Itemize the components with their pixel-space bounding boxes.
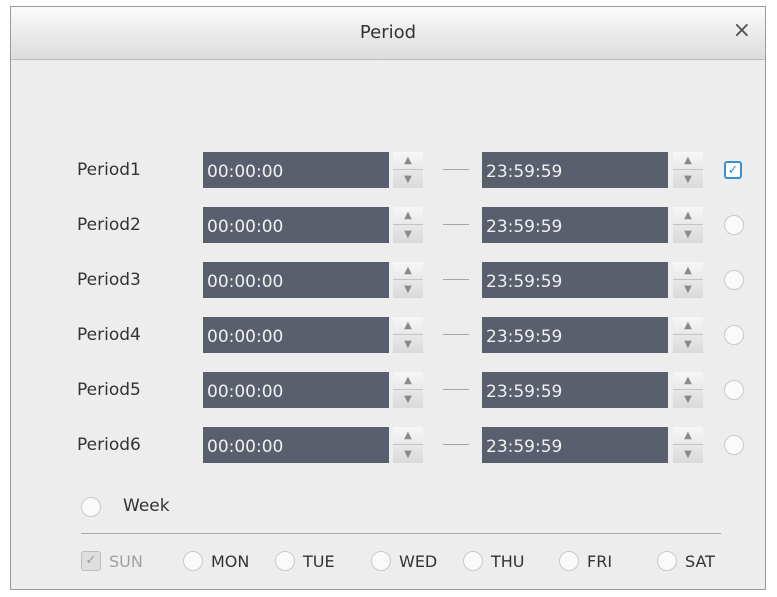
start-time-input[interactable]: 00:00:00 bbox=[203, 372, 389, 408]
end-time-spinner[interactable]: ▲ ▼ bbox=[673, 262, 703, 298]
start-time-spinner[interactable]: ▲ ▼ bbox=[393, 152, 423, 188]
spin-up-icon[interactable]: ▲ bbox=[673, 372, 703, 390]
end-time-spinner[interactable]: ▲ ▼ bbox=[673, 152, 703, 188]
spin-up-icon[interactable]: ▲ bbox=[393, 207, 423, 225]
end-time-input[interactable]: 23:59:59 bbox=[482, 207, 668, 243]
period-enable-radio[interactable] bbox=[724, 215, 744, 235]
end-time-input[interactable]: 23:59:59 bbox=[482, 427, 668, 463]
range-separator bbox=[443, 334, 469, 335]
spin-down-icon[interactable]: ▼ bbox=[673, 226, 703, 243]
end-time-spinner[interactable]: ▲ ▼ bbox=[673, 427, 703, 463]
period-label: Period4 bbox=[77, 325, 141, 345]
sun-label: SUN bbox=[109, 552, 143, 571]
period-row: Period5 00:00:00 ▲ ▼ 23:59:59 ▲ ▼ bbox=[11, 372, 765, 408]
end-time-input[interactable]: 23:59:59 bbox=[482, 372, 668, 408]
thu-label: THU bbox=[491, 552, 525, 571]
end-time-spinner[interactable]: ▲ ▼ bbox=[673, 207, 703, 243]
spin-down-icon[interactable]: ▼ bbox=[393, 336, 423, 353]
end-time-input[interactable]: 23:59:59 bbox=[482, 262, 668, 298]
end-time-spinner[interactable]: ▲ ▼ bbox=[673, 317, 703, 353]
period-label: Period3 bbox=[77, 270, 141, 290]
spin-down-icon[interactable]: ▼ bbox=[393, 171, 423, 188]
period-enable-radio[interactable] bbox=[724, 270, 744, 290]
period-enable-radio[interactable] bbox=[724, 380, 744, 400]
wed-label: WED bbox=[399, 552, 438, 571]
mon-label: MON bbox=[211, 552, 250, 571]
tue-label: TUE bbox=[303, 552, 335, 571]
range-separator bbox=[443, 169, 469, 170]
spin-down-icon[interactable]: ▼ bbox=[393, 281, 423, 298]
start-time-spinner[interactable]: ▲ ▼ bbox=[393, 207, 423, 243]
period-dialog: Period × Period1 00:00:00 ▲ ▼ 23:59:59 ▲… bbox=[10, 6, 766, 590]
period-row: Period2 00:00:00 ▲ ▼ 23:59:59 ▲ ▼ bbox=[11, 207, 765, 243]
period-label: Period1 bbox=[77, 160, 141, 180]
fri-radio[interactable] bbox=[559, 551, 579, 571]
range-separator bbox=[443, 224, 469, 225]
start-time-spinner[interactable]: ▲ ▼ bbox=[393, 427, 423, 463]
spin-up-icon[interactable]: ▲ bbox=[393, 262, 423, 280]
sat-label: SAT bbox=[685, 552, 715, 571]
start-time-input[interactable]: 00:00:00 bbox=[203, 262, 389, 298]
end-time-input[interactable]: 23:59:59 bbox=[482, 152, 668, 188]
start-time-input[interactable]: 00:00:00 bbox=[203, 427, 389, 463]
spin-down-icon[interactable]: ▼ bbox=[393, 391, 423, 408]
start-time-spinner[interactable]: ▲ ▼ bbox=[393, 317, 423, 353]
start-time-spinner[interactable]: ▲ ▼ bbox=[393, 372, 423, 408]
spin-down-icon[interactable]: ▼ bbox=[393, 446, 423, 463]
sun-checkbox[interactable]: ✓ bbox=[81, 551, 101, 571]
period-label: Period6 bbox=[77, 435, 141, 455]
end-time-input[interactable]: 23:59:59 bbox=[482, 317, 668, 353]
range-separator bbox=[443, 389, 469, 390]
start-time-input[interactable]: 00:00:00 bbox=[203, 207, 389, 243]
spin-up-icon[interactable]: ▲ bbox=[393, 372, 423, 390]
close-icon[interactable]: × bbox=[733, 18, 751, 44]
fri-label: FRI bbox=[587, 552, 613, 571]
range-separator bbox=[443, 279, 469, 280]
dialog-title: Period bbox=[359, 22, 417, 43]
period-enable-checkbox[interactable]: ✓ bbox=[724, 161, 742, 179]
spin-down-icon[interactable]: ▼ bbox=[673, 281, 703, 298]
end-time-spinner[interactable]: ▲ ▼ bbox=[673, 372, 703, 408]
week-radio[interactable] bbox=[81, 497, 101, 517]
wed-radio[interactable] bbox=[371, 551, 391, 571]
spin-up-icon[interactable]: ▲ bbox=[393, 427, 423, 445]
period-enable-radio[interactable] bbox=[724, 435, 744, 455]
spin-down-icon[interactable]: ▼ bbox=[393, 226, 423, 243]
spin-up-icon[interactable]: ▲ bbox=[673, 427, 703, 445]
spin-up-icon[interactable]: ▲ bbox=[673, 207, 703, 225]
period-row: Period1 00:00:00 ▲ ▼ 23:59:59 ▲ ▼ ✓ bbox=[11, 152, 765, 188]
thu-radio[interactable] bbox=[463, 551, 483, 571]
spin-down-icon[interactable]: ▼ bbox=[673, 391, 703, 408]
title-bar: Period × bbox=[11, 7, 765, 60]
period-row: Period4 00:00:00 ▲ ▼ 23:59:59 ▲ ▼ bbox=[11, 317, 765, 353]
week-label: Week bbox=[123, 496, 170, 516]
spin-down-icon[interactable]: ▼ bbox=[673, 336, 703, 353]
start-time-input[interactable]: 00:00:00 bbox=[203, 152, 389, 188]
spin-down-icon[interactable]: ▼ bbox=[673, 171, 703, 188]
period-label: Period2 bbox=[77, 215, 141, 235]
sat-radio[interactable] bbox=[657, 551, 677, 571]
range-separator bbox=[443, 444, 469, 445]
spin-down-icon[interactable]: ▼ bbox=[673, 446, 703, 463]
tue-radio[interactable] bbox=[275, 551, 295, 571]
spin-up-icon[interactable]: ▲ bbox=[673, 317, 703, 335]
period-label: Period5 bbox=[77, 380, 141, 400]
period-row: Period3 00:00:00 ▲ ▼ 23:59:59 ▲ ▼ bbox=[11, 262, 765, 298]
spin-up-icon[interactable]: ▲ bbox=[393, 152, 423, 170]
period-enable-radio[interactable] bbox=[724, 325, 744, 345]
spin-up-icon[interactable]: ▲ bbox=[393, 317, 423, 335]
spin-up-icon[interactable]: ▲ bbox=[673, 152, 703, 170]
mon-radio[interactable] bbox=[183, 551, 203, 571]
week-option: Week bbox=[11, 495, 765, 521]
start-time-spinner[interactable]: ▲ ▼ bbox=[393, 262, 423, 298]
day-selector: ✓ SUN MON TUE WED THU FRI SAT bbox=[11, 549, 765, 575]
start-time-input[interactable]: 00:00:00 bbox=[203, 317, 389, 353]
spin-up-icon[interactable]: ▲ bbox=[673, 262, 703, 280]
divider bbox=[81, 533, 721, 534]
period-row: Period6 00:00:00 ▲ ▼ 23:59:59 ▲ ▼ bbox=[11, 427, 765, 463]
